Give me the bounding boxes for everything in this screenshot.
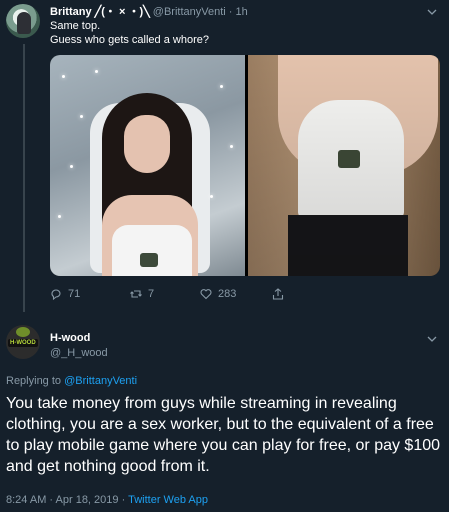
original-tweet[interactable]: Brittany ╱(・ × ・)╲ @BrittanyVenti · 1h S… <box>0 0 449 312</box>
reply-count: 71 <box>68 288 81 300</box>
timestamp-text[interactable]: 8:24 AM · Apr 18, 2019 · <box>6 494 128 506</box>
avatar[interactable]: H-WOOD <box>6 325 40 359</box>
sparkle <box>210 195 213 198</box>
tweet-actions: 71 7 283 <box>50 288 430 302</box>
reply-tweet[interactable]: H-WOOD H-wood @_H_wood Replying to @Brit… <box>0 320 449 512</box>
like-action[interactable]: 283 <box>200 288 236 300</box>
source-app-link[interactable]: Twitter Web App <box>128 494 208 506</box>
replying-to: Replying to @BrittanyVenti <box>6 375 137 387</box>
tweet-text-line: Same top. <box>50 20 101 32</box>
photo-right[interactable] <box>248 55 440 276</box>
sparkle <box>62 75 65 78</box>
chevron-down-icon[interactable] <box>427 6 437 18</box>
tweet-time[interactable]: 1h <box>236 6 248 18</box>
like-count: 283 <box>218 288 237 300</box>
share-icon <box>272 288 284 300</box>
sparkle <box>70 165 73 168</box>
retweet-action[interactable]: 7 <box>130 288 154 300</box>
sparkle <box>80 115 83 118</box>
sparkle <box>220 85 223 88</box>
mention-link[interactable]: @BrittanyVenti <box>64 375 137 387</box>
tweet-text: Same top. Guess who gets called a whore? <box>50 19 209 47</box>
photo-face <box>124 115 170 173</box>
retweet-icon <box>130 290 142 298</box>
photo-shade <box>248 55 440 276</box>
tweet-header: Brittany ╱(・ × ・)╲ @BrittanyVenti · 1h <box>50 5 248 19</box>
display-name[interactable]: Brittany ╱(・ × ・)╲ <box>50 6 150 18</box>
handle[interactable]: @BrittanyVenti <box>153 6 226 18</box>
reply-icon <box>51 289 61 300</box>
retweet-count: 7 <box>148 288 155 300</box>
display-name[interactable]: H-wood <box>50 332 90 344</box>
avatar-glow <box>16 327 30 337</box>
separator: · <box>228 6 233 18</box>
media-grid <box>50 55 440 276</box>
avatar-logo-text: H-WOOD <box>10 340 36 346</box>
tweet-text-line: Guess who gets called a whore? <box>50 34 209 46</box>
handle[interactable]: @_H_wood <box>50 347 108 359</box>
share-action[interactable] <box>272 288 284 300</box>
tweet-text: You take money from guys while streaming… <box>6 395 441 475</box>
thread-line <box>23 44 25 312</box>
photo-left[interactable] <box>50 55 245 276</box>
avatar[interactable] <box>6 4 40 38</box>
photo-top <box>112 225 192 276</box>
sparkle <box>95 70 98 73</box>
avatar-figure <box>17 12 31 34</box>
sparkle <box>58 215 61 218</box>
replying-to-label: Replying to <box>6 375 62 387</box>
sparkle <box>230 145 233 148</box>
photo-top-logo <box>140 253 158 267</box>
heart-icon <box>200 289 212 300</box>
reply-action[interactable]: 71 <box>50 288 80 300</box>
tweet-timestamp: 8:24 AM · Apr 18, 2019 · Twitter Web App <box>6 494 208 506</box>
chevron-down-icon[interactable] <box>427 333 437 345</box>
